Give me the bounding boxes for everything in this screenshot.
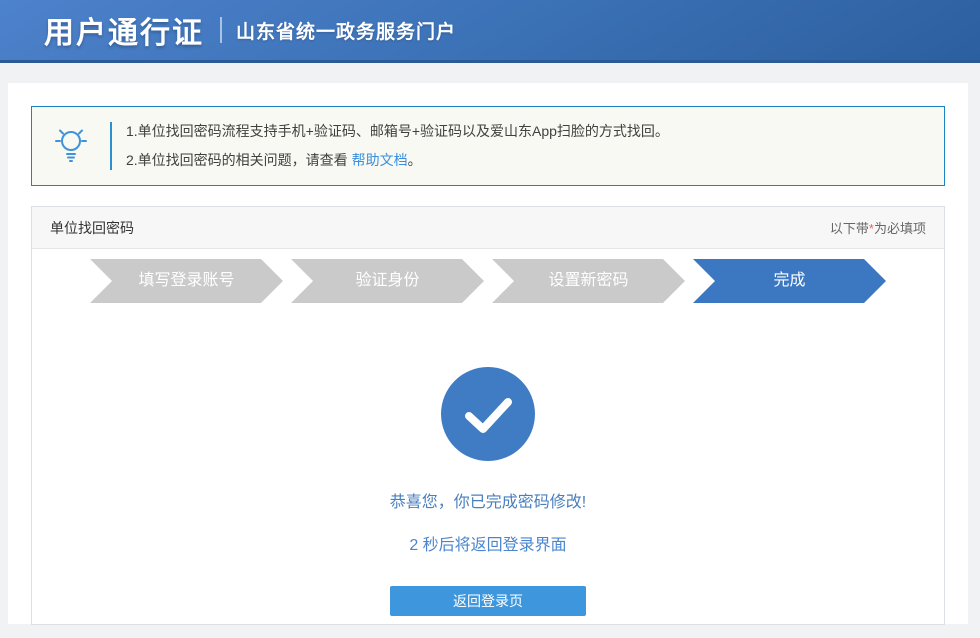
lightbulb-icon [32, 126, 110, 166]
required-note-prefix: 以下带 [830, 221, 869, 236]
panel-header: 单位找回密码 以下带*为必填项 [32, 207, 944, 249]
required-fields-note: 以下带*为必填项 [830, 218, 926, 237]
notice-line-1: 1.单位找回密码流程支持手机+验证码、邮箱号+验证码以及爱山东App扫脸的方式找… [126, 117, 669, 146]
success-message: 恭喜您，你已完成密码修改! [32, 488, 944, 512]
step-progress-bar: 填写登录账号 验证身份 设置新密码 完成 [90, 259, 886, 303]
content-card: 1.单位找回密码流程支持手机+验证码、邮箱号+验证码以及爱山东App扫脸的方式找… [8, 83, 968, 624]
password-recovery-panel: 单位找回密码 以下带*为必填项 填写登录账号 验证身份 设置新密码 完成 恭喜您… [31, 206, 945, 625]
notice-line-2-text: 2.单位找回密码的相关问题，请查看 [126, 152, 352, 168]
notice-line-2: 2.单位找回密码的相关问题，请查看 帮助文档。 [126, 146, 669, 175]
help-doc-link[interactable]: 帮助文档 [352, 152, 408, 168]
notice-text: 1.单位找回密码流程支持手机+验证码、邮箱号+验证码以及爱山东App扫脸的方式找… [126, 117, 669, 175]
step-set-new-password: 设置新密码 [492, 259, 685, 303]
countdown-message: 2 秒后将返回登录界面 [32, 531, 944, 555]
step-complete: 完成 [693, 259, 886, 303]
step-fill-account: 填写登录账号 [90, 259, 283, 303]
header-divider [220, 17, 222, 43]
required-note-suffix: 为必填项 [874, 221, 926, 236]
header-banner: 用户通行证 山东省统一政务服务门户 [0, 0, 980, 63]
panel-title: 单位找回密码 [50, 218, 134, 238]
result-area: 恭喜您，你已完成密码修改! 2 秒后将返回登录界面 返回登录页 [32, 367, 944, 616]
portal-subtitle: 山东省统一政务服务门户 [236, 17, 456, 44]
notice-line-2-period: 。 [408, 152, 422, 168]
notice-divider [110, 122, 112, 170]
success-check-icon [32, 367, 944, 466]
back-to-login-button[interactable]: 返回登录页 [390, 586, 586, 616]
step-verify-identity: 验证身份 [291, 259, 484, 303]
notice-box: 1.单位找回密码流程支持手机+验证码、邮箱号+验证码以及爱山东App扫脸的方式找… [31, 106, 945, 186]
page-title: 用户通行证 [44, 8, 204, 52]
